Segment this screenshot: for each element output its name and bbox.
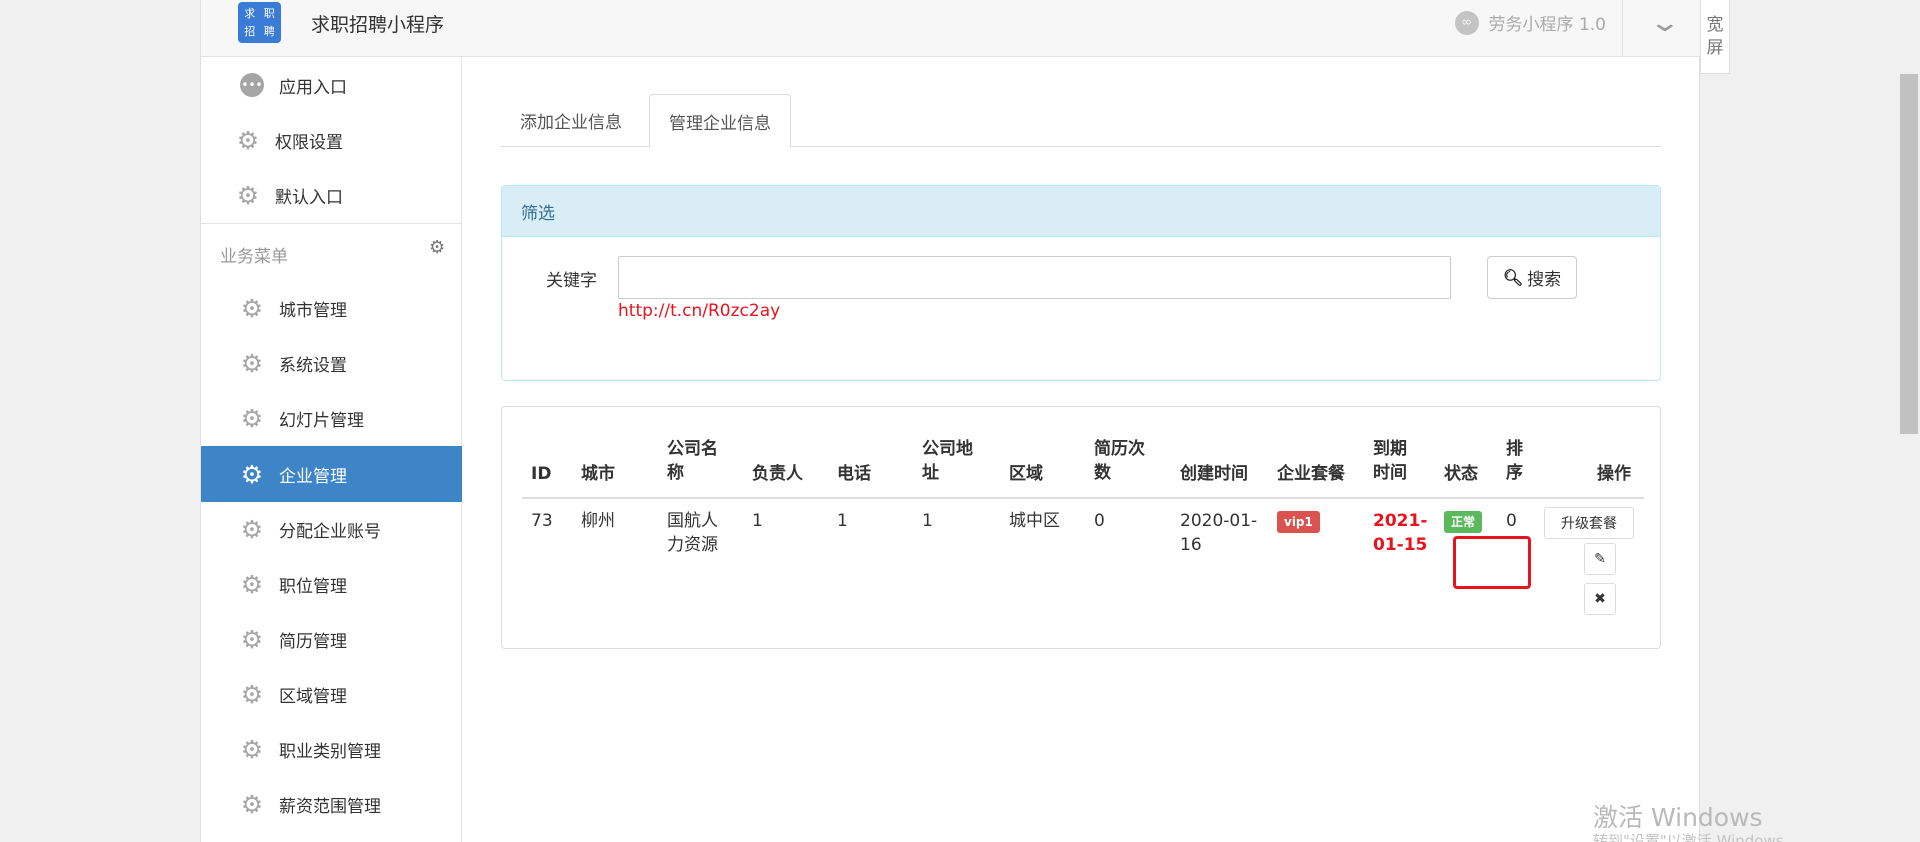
sidebar-item-regions[interactable]: ⚙ 区域管理 xyxy=(201,666,462,722)
col-header-status: 状态 xyxy=(1444,464,1478,484)
sidebar-item-default-entry[interactable]: ⚙ 默认入口 xyxy=(201,167,462,223)
hint-url: http://t.cn/R0zc2ay xyxy=(618,301,781,321)
sidebar-item-city[interactable]: ⚙ 城市管理 xyxy=(201,280,462,336)
delete-button[interactable]: ✖ xyxy=(1584,583,1616,615)
sidebar-divider xyxy=(201,223,462,224)
cell-region: 城中区 xyxy=(1009,511,1060,531)
pencil-icon: ✎ xyxy=(1594,551,1606,567)
sidebar-group-title: 业务菜单 xyxy=(220,247,288,267)
tab-manage-company[interactable]: 管理企业信息 xyxy=(649,94,791,148)
filter-panel: 筛选 关键字 http://t.cn/R0zc2ay 🔍︎ 搜索 xyxy=(501,185,1661,381)
gear-icon: ⚙ xyxy=(240,624,264,654)
chat-icon: ••• xyxy=(239,72,265,98)
gear-icon: ⚙ xyxy=(240,403,264,433)
col-header-actions: 操作 xyxy=(1597,464,1631,484)
cell-expires: 2021-01-15 xyxy=(1373,511,1428,555)
sidebar-item-slides[interactable]: ⚙ 幻灯片管理 xyxy=(201,390,462,446)
sidebar-item-salary-ranges[interactable]: ⚙ 薪资范围管理 xyxy=(201,776,462,832)
edit-button[interactable]: ✎ xyxy=(1584,543,1616,575)
sidebar-item-assign-account[interactable]: ⚙ 分配企业账号 xyxy=(201,501,462,557)
table-header-divider xyxy=(522,497,1644,499)
col-header-company: 公司名称 xyxy=(667,439,718,483)
gear-icon: ⚙ xyxy=(240,569,264,599)
app-window: 求 职 招 聘 求职招聘小程序 ∞ 劳务小程序 1.0 ⌄ ••• 应用入口 ⚙… xyxy=(200,0,1701,842)
sidebar-item-app-entry[interactable]: ••• 应用入口 xyxy=(201,57,462,113)
col-header-city: 城市 xyxy=(581,464,615,484)
app-title: 求职招聘小程序 xyxy=(311,14,445,36)
gear-icon: ⚙ xyxy=(240,679,264,709)
plan-badge: vip1 xyxy=(1277,511,1320,533)
windows-watermark-subtitle: 转到"设置"以激活 Windows。 xyxy=(1593,832,1799,842)
gear-icon[interactable]: ⚙ xyxy=(429,237,445,258)
filter-title: 筛选 xyxy=(502,186,1660,237)
gear-icon: ⚙ xyxy=(240,348,264,378)
sidebar-item-job-categories[interactable]: ⚙ 职业类别管理 xyxy=(201,721,462,777)
close-icon: ✖ xyxy=(1594,591,1606,607)
gear-icon: ⚙ xyxy=(240,514,264,544)
keyword-label: 关键字 xyxy=(546,271,597,291)
tab-bar: 添加企业信息 管理企业信息 xyxy=(501,94,1661,148)
sidebar-item-permissions[interactable]: ⚙ 权限设置 xyxy=(201,112,462,168)
cell-phone: 1 xyxy=(837,511,848,531)
company-table-panel: ID 城市 公司名称 负责人 电话 公司地址 区域 简历次数 创建时间 企业套餐… xyxy=(501,406,1661,649)
col-header-address: 公司地址 xyxy=(922,439,973,483)
chevron-down-icon[interactable]: ⌄ xyxy=(1649,8,1682,38)
top-header: 求 职 招 聘 求职招聘小程序 ∞ 劳务小程序 1.0 ⌄ xyxy=(201,0,1701,57)
cell-owner: 1 xyxy=(752,511,763,531)
col-header-resume-count: 简历次数 xyxy=(1094,439,1145,483)
version-label: 劳务小程序 1.0 xyxy=(1488,15,1606,35)
scrollbar-thumb[interactable] xyxy=(1900,74,1918,434)
header-divider xyxy=(1622,0,1623,56)
wide-screen-toggle[interactable]: 宽 屏 xyxy=(1700,0,1730,74)
col-header-phone: 电话 xyxy=(837,464,871,484)
col-header-id: ID xyxy=(531,464,552,484)
cell-created: 2020-01-16 xyxy=(1180,511,1258,555)
search-icon: 🔍︎ xyxy=(1502,268,1524,287)
status-badge: 正常 xyxy=(1444,511,1483,533)
col-header-expires: 到期时间 xyxy=(1373,439,1407,483)
app-logo: 求 职 招 聘 xyxy=(238,2,281,43)
cell-resume-count: 0 xyxy=(1094,511,1105,531)
version-switcher[interactable]: ∞ 劳务小程序 1.0 xyxy=(1454,10,1606,35)
col-header-owner: 负责人 xyxy=(752,464,803,484)
cell-id: 73 xyxy=(531,511,553,531)
gear-icon: ⚙ xyxy=(240,293,264,323)
cell-city: 柳州 xyxy=(581,511,615,531)
sidebar-item-resumes[interactable]: ⚙ 简历管理 xyxy=(201,611,462,667)
keyword-input[interactable] xyxy=(618,256,1451,299)
col-header-sort: 排序 xyxy=(1506,439,1523,483)
search-button[interactable]: 🔍︎ 搜索 xyxy=(1487,256,1577,299)
sidebar: ••• 应用入口 ⚙ 权限设置 ⚙ 默认入口 业务菜单 ⚙ ⚙ 城市管理 ⚙ 系… xyxy=(201,57,462,842)
windows-watermark-title: 激活 Windows xyxy=(1593,803,1763,832)
cell-address: 1 xyxy=(922,511,933,531)
gear-icon: ⚙ xyxy=(236,125,260,155)
upgrade-plan-button[interactable]: 升级套餐 xyxy=(1544,507,1634,539)
col-header-plan: 企业套餐 xyxy=(1277,464,1345,484)
miniprogram-icon: ∞ xyxy=(1454,10,1479,35)
gear-icon: ⚙ xyxy=(240,789,264,819)
gear-icon: ⚙ xyxy=(236,180,260,210)
cell-sort: 0 xyxy=(1506,511,1517,531)
sidebar-item-jobs[interactable]: ⚙ 职位管理 xyxy=(201,556,462,612)
gear-icon: ⚙ xyxy=(240,734,264,764)
tab-add-company[interactable]: 添加企业信息 xyxy=(501,94,641,147)
sidebar-item-company[interactable]: ⚙ 企业管理 xyxy=(201,446,462,502)
col-header-created: 创建时间 xyxy=(1180,464,1248,484)
gear-icon: ⚙ xyxy=(240,459,264,489)
col-header-region: 区域 xyxy=(1009,464,1043,484)
cell-company: 国航人力资源 xyxy=(667,511,718,555)
sidebar-item-system[interactable]: ⚙ 系统设置 xyxy=(201,335,462,391)
